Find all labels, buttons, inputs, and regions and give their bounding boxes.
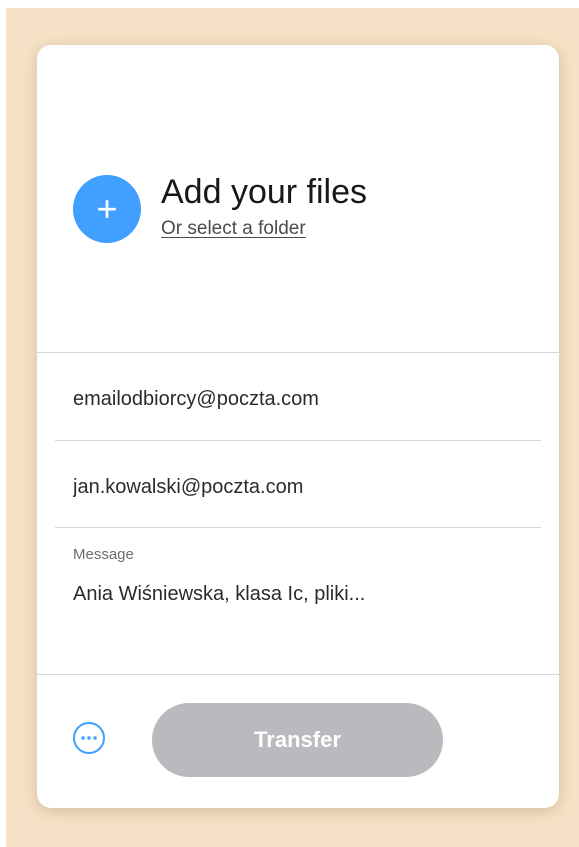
- message-label: Message: [73, 546, 134, 563]
- divider: [55, 527, 541, 528]
- upload-text: Add your files Or select a folder: [161, 172, 367, 240]
- add-files-button[interactable]: +: [73, 175, 141, 243]
- recipient-email-field[interactable]: [73, 385, 523, 413]
- divider: [37, 352, 559, 353]
- plus-icon: +: [96, 188, 118, 229]
- select-folder-link[interactable]: Or select a folder: [161, 218, 306, 240]
- upload-area[interactable]: + Add your files Or select a folder: [73, 172, 367, 243]
- transfer-card: + Add your files Or select a folder Mess…: [37, 45, 559, 808]
- divider: [55, 440, 541, 441]
- sender-email-field[interactable]: [73, 473, 523, 501]
- message-field[interactable]: Ania Wiśniewska, klasa Ic, pliki...: [73, 583, 365, 606]
- more-options-icon: [81, 736, 97, 740]
- more-options-button[interactable]: [73, 722, 105, 754]
- add-files-title[interactable]: Add your files: [161, 172, 367, 212]
- transfer-button[interactable]: Transfer: [152, 703, 443, 777]
- divider: [37, 674, 559, 675]
